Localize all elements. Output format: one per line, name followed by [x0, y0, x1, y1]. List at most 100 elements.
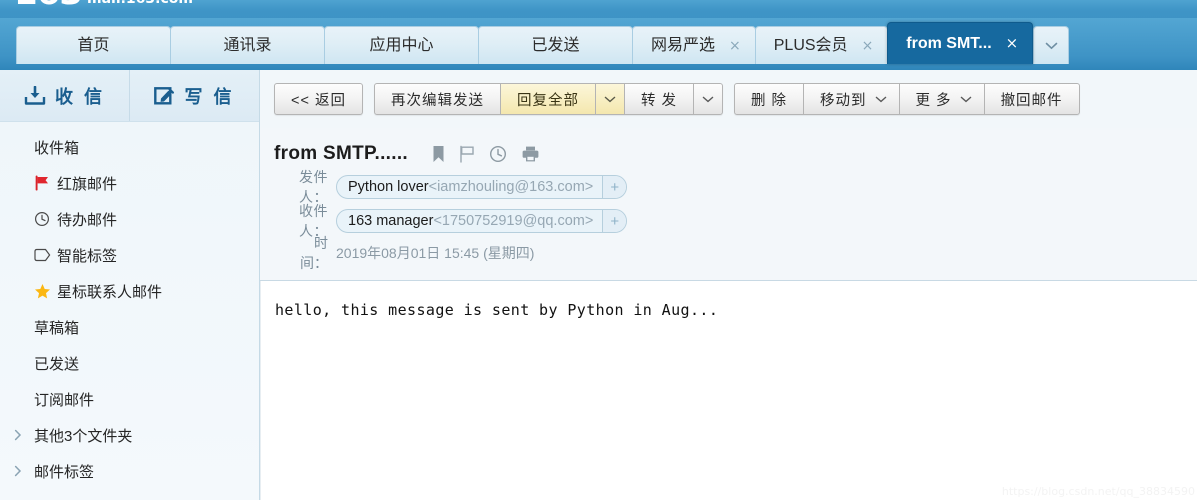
forward-dropdown-button[interactable]: [693, 83, 723, 115]
compose-mail-button[interactable]: 写 信: [129, 70, 259, 121]
reply-all-dropdown-button[interactable]: [594, 83, 625, 115]
receive-mail-label: 收 信: [54, 86, 105, 107]
more-label: 更 多: [915, 92, 952, 109]
tab-plus-member[interactable]: PLUS会员 ×: [754, 26, 889, 64]
mail-body-text: hello, this message is sent by Python in…: [275, 301, 719, 319]
flag-icon[interactable]: [459, 145, 475, 163]
tab-yanxuan[interactable]: 网易严选 ×: [632, 26, 756, 64]
sidebar: 收 信 写 信 收件箱 红旗邮件 待办邮件 智能标签 星标联系人邮件 草稿箱 已…: [0, 70, 260, 500]
chevron-down-icon: [960, 96, 972, 103]
tab-list-dropdown-button[interactable]: [1033, 26, 1070, 64]
subject-action-icons: [432, 145, 540, 163]
top-banner: 163 mail.163.com: [0, 0, 1197, 18]
sidebar-item-todo[interactable]: 待办邮件: [0, 201, 259, 237]
tab-label: 已发送: [531, 36, 580, 54]
move-to-button[interactable]: 移动到: [803, 83, 900, 115]
watermark-text: https://blog.csdn.net/qq_38834590: [1001, 485, 1195, 498]
to-row: 收件人： 163 manager <1750752919@qq.com> +: [274, 203, 1197, 239]
reply-all-button[interactable]: 回复全部: [499, 83, 596, 115]
compose-mail-label: 写 信: [184, 86, 235, 107]
printer-icon[interactable]: [521, 145, 540, 163]
sidebar-item-starred-contacts[interactable]: 星标联系人邮件: [0, 273, 259, 309]
sidebar-item-label: 智能标签: [57, 247, 118, 265]
chevron-down-icon: [1045, 42, 1058, 50]
sidebar-item-subscriptions[interactable]: 订阅邮件: [0, 381, 259, 417]
to-address-pill[interactable]: 163 manager <1750752919@qq.com> +: [336, 209, 628, 233]
more-button[interactable]: 更 多: [898, 83, 985, 115]
tab-list: 首页 通讯录 应用中心 已发送 网易严选 × PLUS会员 × from SMT…: [16, 22, 1070, 64]
tab-label: 通讯录: [223, 36, 272, 54]
tab-app-center[interactable]: 应用中心: [324, 26, 479, 64]
tab-contacts[interactable]: 通讯录: [170, 26, 325, 64]
sidebar-item-inbox[interactable]: 收件箱: [0, 129, 259, 165]
close-icon[interactable]: ×: [1000, 36, 1021, 51]
star-icon: [33, 282, 51, 300]
receive-mail-button[interactable]: 收 信: [0, 70, 129, 121]
sidebar-item-smart-tag[interactable]: 智能标签: [0, 237, 259, 273]
chevron-down-icon: [702, 96, 714, 103]
delete-button[interactable]: 删 除: [734, 83, 805, 115]
sidebar-item-label: 待办邮件: [57, 211, 118, 229]
sidebar-action-bar: 收 信 写 信: [0, 70, 259, 122]
chevron-down-icon: [604, 96, 616, 103]
main-pane: << 返回 再次编辑发送 回复全部 转 发 删 除 移动到 更 多 撤回邮件 f…: [260, 70, 1197, 500]
sidebar-item-label: 星标联系人邮件: [57, 283, 163, 301]
close-icon[interactable]: ×: [856, 39, 876, 53]
compose-pencil-icon: [154, 86, 175, 106]
tab-home[interactable]: 首页: [16, 26, 171, 64]
tab-label: PLUS会员: [773, 36, 848, 54]
mail-header: from SMTP...... 发件人： Python lover <iamzh…: [260, 128, 1197, 281]
mail-toolbar: << 返回 再次编辑发送 回复全部 转 发 删 除 移动到 更 多 撤回邮件: [260, 70, 1197, 128]
reply-forward-group: 再次编辑发送 回复全部 转 发: [373, 83, 723, 115]
add-contact-icon[interactable]: +: [602, 210, 627, 232]
from-address-text: Python lover <iamzhouling@163.com>: [337, 176, 602, 198]
tab-label: 网易严选: [651, 36, 716, 54]
time-row: 时 间： 2019年08月01日 15:45 (星期四): [274, 235, 1197, 271]
mail-body: hello, this message is sent by Python in…: [260, 281, 1197, 500]
tab-label: from SMT...: [906, 34, 992, 52]
sidebar-item-label: 已发送: [34, 355, 80, 373]
to-address-text: 163 manager <1750752919@qq.com>: [337, 210, 602, 232]
logo-domain-text: mail.163.com: [87, 0, 193, 10]
recall-mail-button[interactable]: 撤回邮件: [983, 83, 1080, 115]
sidebar-item-other-folders[interactable]: 其他3个文件夹: [0, 417, 259, 453]
close-icon[interactable]: ×: [723, 39, 743, 53]
red-flag-icon: [33, 174, 51, 192]
subject-row: from SMTP......: [274, 140, 1197, 168]
logo[interactable]: 163 mail.163.com: [14, 0, 193, 10]
bookmark-icon[interactable]: [432, 145, 445, 163]
inbox-download-icon: [24, 85, 46, 106]
add-contact-icon[interactable]: +: [602, 176, 627, 198]
sidebar-item-label: 收件箱: [34, 139, 80, 157]
edit-resend-button[interactable]: 再次编辑发送: [373, 83, 501, 115]
sidebar-folder-list: 收件箱 红旗邮件 待办邮件 智能标签 星标联系人邮件 草稿箱 已发送 订阅邮件 …: [0, 122, 259, 489]
to-name: 163 manager: [348, 213, 434, 229]
tag-icon: [33, 246, 51, 264]
sidebar-item-mail-tags[interactable]: 邮件标签: [0, 453, 259, 489]
forward-button[interactable]: 转 发: [623, 83, 694, 115]
tab-sent[interactable]: 已发送: [478, 26, 633, 64]
sidebar-item-label: 邮件标签: [34, 463, 95, 481]
chevron-down-icon: [875, 96, 887, 103]
tab-strip: 首页 通讯录 应用中心 已发送 网易严选 × PLUS会员 × from SMT…: [0, 18, 1197, 70]
clock-icon: [33, 210, 51, 228]
sidebar-item-drafts[interactable]: 草稿箱: [0, 309, 259, 345]
tab-from-smtp[interactable]: from SMT... ×: [887, 22, 1034, 64]
sidebar-item-label: 草稿箱: [34, 319, 80, 337]
time-value: 2019年08月01日 15:45 (星期四): [336, 245, 535, 261]
sidebar-item-label: 订阅邮件: [34, 391, 95, 409]
chevron-right-icon: [13, 465, 23, 477]
from-email: <iamzhouling@163.com>: [428, 179, 594, 195]
sidebar-item-sent[interactable]: 已发送: [0, 345, 259, 381]
tab-label: 应用中心: [369, 36, 434, 54]
page-title: from SMTP......: [274, 143, 409, 164]
sidebar-item-red-flag[interactable]: 红旗邮件: [0, 165, 259, 201]
back-button[interactable]: << 返回: [274, 83, 363, 115]
sidebar-item-label: 红旗邮件: [57, 175, 118, 193]
move-to-label: 移动到: [820, 92, 867, 109]
from-row: 发件人： Python lover <iamzhouling@163.com> +: [274, 169, 1197, 205]
time-label: 时 间：: [300, 235, 342, 271]
logo-163-text: 163: [14, 0, 83, 10]
from-address-pill[interactable]: Python lover <iamzhouling@163.com> +: [336, 175, 628, 199]
clock-icon[interactable]: [489, 145, 507, 163]
